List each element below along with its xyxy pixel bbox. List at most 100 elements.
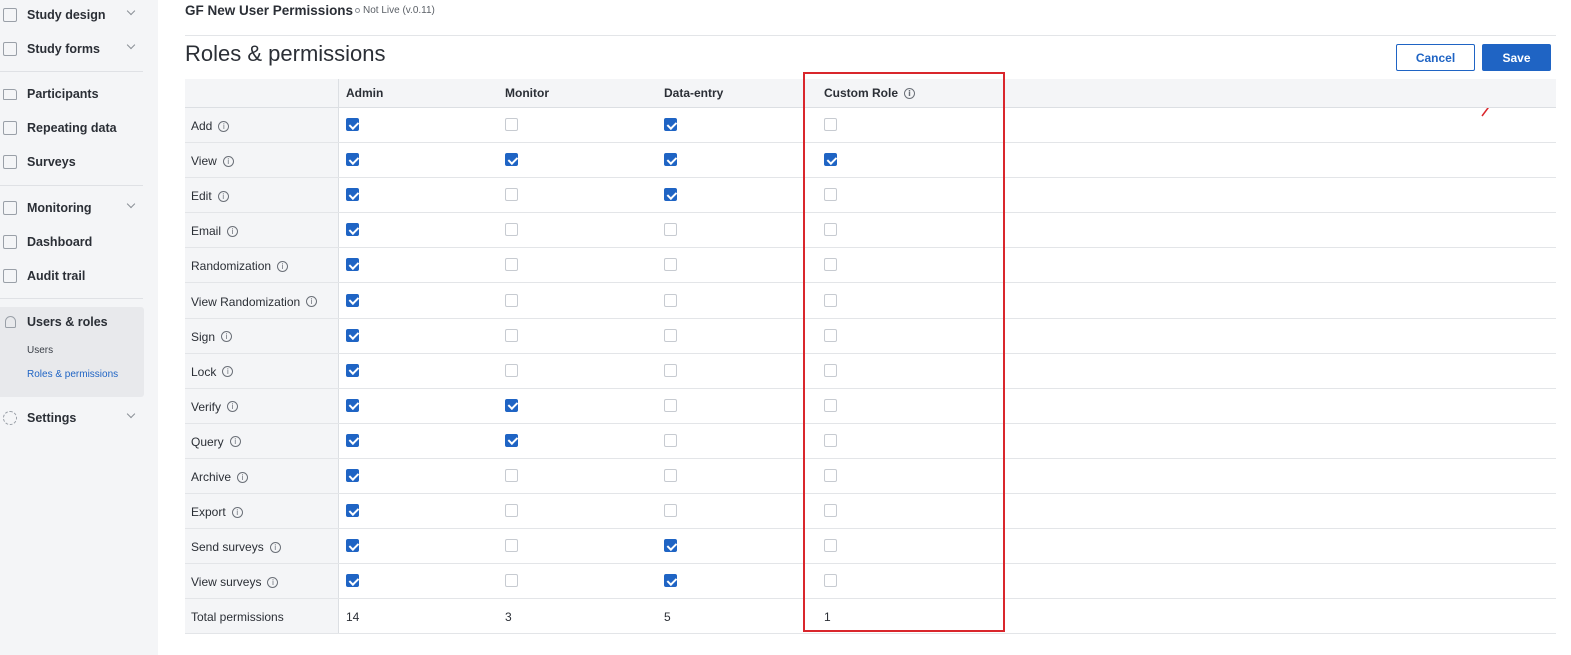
checkbox-monitor[interactable] <box>505 398 518 412</box>
checkbox-data-entry[interactable] <box>664 258 677 272</box>
sidebar-item-dashboard[interactable]: Dashboard <box>0 230 150 254</box>
sidebar-item-monitoring[interactable]: Monitoring <box>0 196 150 220</box>
totals-label: Total permissions <box>191 610 284 624</box>
total-custom-role: 1 <box>824 610 831 624</box>
checkbox-custom-role[interactable] <box>824 574 837 588</box>
checkbox-admin[interactable] <box>346 504 359 518</box>
checkbox-data-entry[interactable] <box>664 328 677 342</box>
checkbox-custom-role[interactable] <box>824 539 837 553</box>
checkbox-data-entry[interactable] <box>664 293 677 307</box>
info-icon[interactable]: i <box>237 471 249 483</box>
sidebar-item-audit-trail[interactable]: Audit trail <box>0 264 150 288</box>
info-icon[interactable]: i <box>269 541 281 553</box>
checkbox-data-entry[interactable] <box>664 539 677 553</box>
checkbox-admin[interactable] <box>346 574 359 588</box>
checkbox-admin[interactable] <box>346 363 359 377</box>
info-icon[interactable]: i <box>227 225 239 237</box>
table-row: Edit i <box>185 178 1556 214</box>
checkbox-monitor[interactable] <box>505 363 518 377</box>
checkbox-monitor[interactable] <box>505 258 518 272</box>
info-icon[interactable]: i <box>306 296 318 307</box>
document-icon <box>3 121 17 135</box>
checkbox-custom-role[interactable] <box>824 328 837 342</box>
checkbox-data-entry[interactable] <box>664 223 677 237</box>
checkbox-data-entry[interactable] <box>664 188 677 202</box>
info-icon[interactable]: i <box>218 120 230 132</box>
checkbox-admin[interactable] <box>346 258 359 272</box>
checkbox-admin[interactable] <box>346 469 359 482</box>
info-icon[interactable]: i <box>217 190 229 202</box>
checkbox-data-entry[interactable] <box>664 398 677 412</box>
info-icon[interactable]: i <box>229 436 241 448</box>
checkbox-admin[interactable] <box>346 293 359 307</box>
total-admin: 14 <box>346 610 360 624</box>
cancel-button[interactable]: Cancel <box>1396 44 1475 71</box>
info-icon[interactable]: i <box>221 331 233 343</box>
checkbox-data-entry[interactable] <box>664 363 677 377</box>
checkbox-data-entry[interactable] <box>664 504 677 518</box>
table-row: Sign i <box>185 319 1556 354</box>
checkbox-custom-role[interactable] <box>824 118 837 131</box>
permission-label-text: View <box>191 154 217 169</box>
sidebar-item-repeating-data[interactable]: Repeating data <box>0 116 150 140</box>
checkbox-custom-role[interactable] <box>824 223 837 237</box>
sidebar-item-surveys[interactable]: Surveys <box>0 150 150 174</box>
checkbox-custom-role[interactable] <box>824 153 837 167</box>
checkbox-monitor[interactable] <box>505 469 518 482</box>
info-icon[interactable]: i <box>267 576 279 588</box>
checkbox-admin[interactable] <box>346 539 359 553</box>
checkbox-data-entry[interactable] <box>664 469 677 482</box>
checkbox-admin[interactable] <box>346 223 359 237</box>
checkbox-custom-role[interactable] <box>824 469 837 482</box>
checkbox-admin[interactable] <box>346 433 359 447</box>
info-icon[interactable]: i <box>904 87 916 99</box>
checkbox-monitor[interactable] <box>505 539 518 553</box>
permission-label-text: Email <box>191 224 222 239</box>
checkbox-monitor[interactable] <box>505 433 518 447</box>
checkbox-custom-role[interactable] <box>824 258 837 272</box>
info-icon[interactable]: i <box>277 260 289 272</box>
info-icon[interactable]: i <box>222 366 234 378</box>
study-name: GF New User Permissions <box>185 3 354 18</box>
checkbox-custom-role[interactable] <box>824 504 837 518</box>
sidebar-item-participants[interactable]: Participants <box>0 82 150 106</box>
checkbox-data-entry[interactable] <box>664 574 677 588</box>
checkbox-custom-role[interactable] <box>824 433 837 447</box>
save-button[interactable]: Save <box>1482 44 1551 71</box>
checkbox-custom-role[interactable] <box>824 398 837 412</box>
checkbox-monitor[interactable] <box>505 118 518 131</box>
checkbox-data-entry[interactable] <box>664 118 677 131</box>
checkbox-monitor[interactable] <box>505 574 518 588</box>
checkbox-admin[interactable] <box>346 188 359 202</box>
column-header-monitor: Monitor <box>505 86 549 100</box>
sidebar-item-users-roles[interactable]: Users & roles <box>0 310 150 334</box>
checkbox-data-entry[interactable] <box>664 153 677 167</box>
sitemap-icon <box>3 8 17 22</box>
checkbox-custom-role[interactable] <box>824 363 837 377</box>
checkbox-custom-role[interactable] <box>824 188 837 202</box>
checkbox-custom-role[interactable] <box>824 293 837 307</box>
sidebar-subitem-roles-permissions[interactable]: Roles & permissions <box>27 369 118 380</box>
sidebar-item-settings[interactable]: Settings <box>0 406 150 430</box>
sidebar-divider <box>0 298 143 299</box>
info-icon[interactable]: i <box>222 155 234 167</box>
info-icon[interactable]: i <box>227 401 239 413</box>
checkbox-admin[interactable] <box>346 153 359 167</box>
checkbox-monitor[interactable] <box>505 188 518 202</box>
checkbox-admin[interactable] <box>346 118 359 131</box>
sidebar-item-label: Audit trail <box>27 269 86 283</box>
checkbox-data-entry[interactable] <box>664 433 677 447</box>
checkbox-monitor[interactable] <box>505 293 518 307</box>
sidebar-item-study-forms[interactable]: Study forms <box>0 37 150 61</box>
sidebar-item-study-design[interactable]: Study design <box>0 3 150 27</box>
chevron-down-icon <box>126 409 136 419</box>
info-icon[interactable]: i <box>231 506 243 518</box>
checkbox-monitor[interactable] <box>505 153 518 167</box>
checkbox-monitor[interactable] <box>505 328 518 342</box>
checkbox-admin[interactable] <box>346 328 359 342</box>
sidebar-subitem-users[interactable]: Users <box>27 345 53 356</box>
checkbox-monitor[interactable] <box>505 223 518 237</box>
checkbox-monitor[interactable] <box>505 504 518 518</box>
permission-label-text: Export <box>191 505 226 520</box>
checkbox-admin[interactable] <box>346 398 359 412</box>
